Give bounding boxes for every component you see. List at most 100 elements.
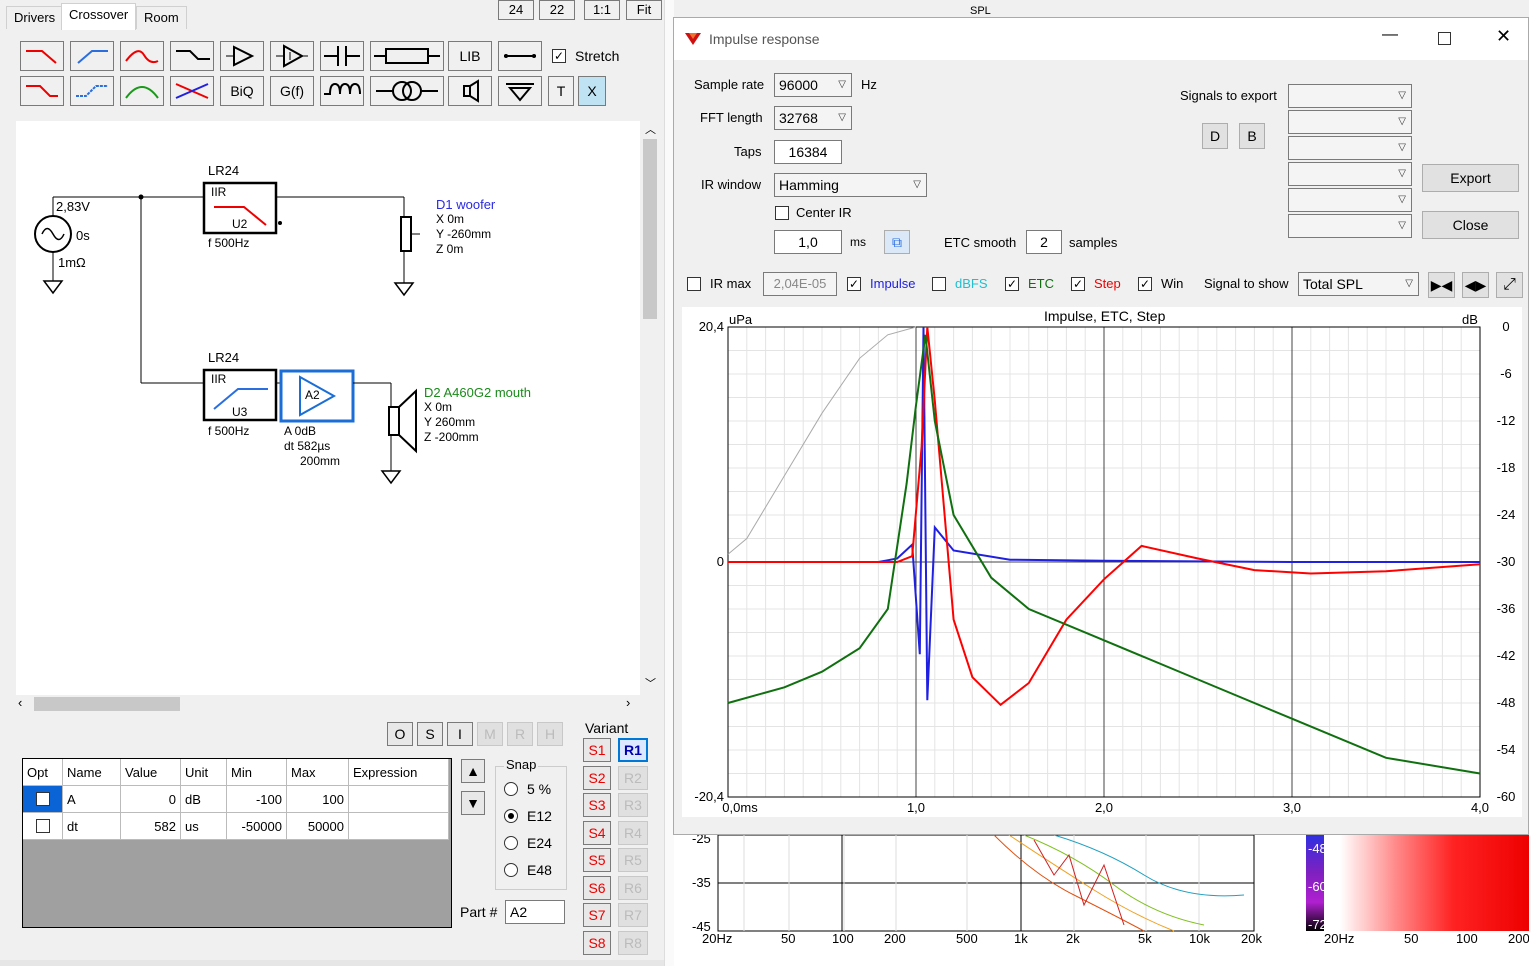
biquad-button[interactable]: BiQ	[220, 76, 264, 106]
zoom-1to1-button[interactable]: 1:1	[584, 0, 620, 20]
variant-r6-button[interactable]: R6	[618, 875, 648, 900]
variant-r2-button[interactable]: R2	[618, 765, 648, 790]
s-button[interactable]: S	[417, 722, 443, 746]
row-a-opt[interactable]	[23, 786, 63, 813]
export-button[interactable]: Export	[1422, 164, 1519, 192]
snap-e12-radio[interactable]	[504, 809, 518, 823]
minimize-icon[interactable]: —	[1382, 26, 1398, 44]
variant-s2-button[interactable]: S2	[583, 765, 611, 790]
export-signal-select-4[interactable]: ▽	[1288, 162, 1412, 186]
t-button[interactable]: T	[548, 76, 574, 106]
r-button[interactable]: R	[507, 722, 533, 746]
variant-s5-button[interactable]: S5	[583, 848, 611, 872]
close-icon[interactable]: ✕	[1496, 26, 1511, 47]
row-dt-unit[interactable]: us	[181, 813, 227, 840]
i-button[interactable]: I	[447, 722, 473, 746]
variant-s1-button[interactable]: S1	[583, 738, 611, 762]
inductor-button[interactable]	[320, 76, 364, 106]
zoom-22-button[interactable]: 22	[539, 0, 575, 20]
row-a-value[interactable]: 0	[121, 786, 181, 813]
zoom-out-x-button[interactable]: ◀▶	[1462, 272, 1489, 298]
shelf-button[interactable]	[170, 41, 214, 71]
x-button[interactable]: X	[578, 76, 606, 106]
zoom-24-button[interactable]: 24	[498, 0, 534, 20]
variant-s7-button[interactable]: S7	[583, 903, 611, 927]
variant-r3-button[interactable]: R3	[618, 793, 648, 817]
taps-input[interactable]: 16384	[774, 140, 842, 164]
row-dt-min[interactable]: -50000	[227, 813, 287, 840]
m-button[interactable]: M	[477, 722, 503, 746]
impulse-checkbox[interactable]: ✓	[847, 277, 861, 291]
scroll-down-icon[interactable]: ﹀	[645, 675, 656, 691]
lowpass-red-button[interactable]	[20, 41, 64, 71]
step-checkbox[interactable]: ✓	[1071, 277, 1085, 291]
notch-button[interactable]	[170, 76, 214, 106]
buffer-button[interactable]	[220, 41, 264, 71]
ir-window-select[interactable]: Hamming ▽	[774, 173, 927, 197]
h-button[interactable]: H	[537, 722, 563, 746]
export-signal-select-6[interactable]: ▽	[1288, 214, 1412, 238]
parameter-table[interactable]: Opt Name Value Unit Min Max Expression A…	[22, 758, 452, 928]
opamp-button[interactable]	[270, 41, 314, 71]
export-signal-select-3[interactable]: ▽	[1288, 136, 1412, 160]
row-dt-value[interactable]: 582	[121, 813, 181, 840]
lowpass2-button[interactable]	[20, 76, 64, 106]
row-dt-opt[interactable]	[23, 813, 63, 840]
highpass2-button[interactable]	[70, 76, 114, 106]
close-button[interactable]: Close	[1422, 211, 1519, 239]
stretch-checkbox[interactable]: ✓	[552, 49, 566, 63]
variant-s8-button[interactable]: S8	[583, 930, 611, 955]
capacitor-button[interactable]	[320, 41, 364, 71]
win-checkbox[interactable]: ✓	[1138, 277, 1152, 291]
impulse-chart[interactable]: Impulse, ETC, Step uPa dB 0,0ms 1,0 2,0 3,0…	[682, 307, 1522, 817]
snap-e48-radio[interactable]	[504, 863, 518, 877]
move-down-button[interactable]: ▼	[461, 791, 485, 815]
part-number-input[interactable]: A2	[505, 900, 565, 924]
copy-button[interactable]: ⧉	[884, 230, 910, 254]
opt-checkbox[interactable]	[36, 792, 50, 806]
tab-crossover[interactable]: Crossover	[61, 3, 137, 30]
transformer-button[interactable]	[370, 76, 444, 106]
sample-rate-select[interactable]: 96000 ▽	[774, 73, 852, 97]
row-dt-name[interactable]: dt	[63, 813, 121, 840]
row-dt-expression[interactable]	[349, 813, 449, 840]
tab-room[interactable]: Room	[136, 6, 187, 29]
row-a-name[interactable]: A	[63, 786, 121, 813]
variant-s4-button[interactable]: S4	[583, 820, 611, 845]
bandpass-green-button[interactable]	[120, 76, 164, 106]
zoom-in-x-button[interactable]: ▶◀	[1428, 272, 1455, 298]
move-up-button[interactable]: ▲	[461, 759, 485, 783]
gf-button[interactable]: G(f)	[270, 76, 314, 106]
scroll-left-icon[interactable]: ‹	[18, 695, 22, 710]
speaker-button[interactable]	[448, 76, 492, 106]
variant-s6-button[interactable]: S6	[583, 875, 611, 900]
scroll-right-icon[interactable]: ›	[626, 695, 630, 710]
schematic-canvas[interactable]: 2,83V 0s 1mΩ LR24 IIR U2 f 500Hz LR24 II…	[16, 121, 640, 695]
fft-length-select[interactable]: 32768 ▽	[774, 106, 852, 130]
horizontal-scroll-thumb[interactable]	[34, 697, 180, 711]
lib-button[interactable]: LIB	[448, 41, 492, 71]
fullscreen-button[interactable]: ⤢	[1496, 272, 1523, 298]
signal-to-show-select[interactable]: Total SPL ▽	[1298, 272, 1419, 296]
row-a-min[interactable]: -100	[227, 786, 287, 813]
vertical-scroll-thumb[interactable]	[643, 139, 657, 319]
center-ir-checkbox[interactable]	[775, 206, 789, 220]
wire-button[interactable]	[498, 41, 542, 71]
zoom-fit-button[interactable]: Fit	[626, 0, 662, 20]
snap-e24-radio[interactable]	[504, 836, 518, 850]
export-signal-select-1[interactable]: ▽	[1288, 84, 1412, 108]
row-a-max[interactable]: 100	[287, 786, 349, 813]
scroll-up-icon[interactable]: ︿	[645, 121, 656, 137]
vertical-scrollbar[interactable]: ︿ ﹀	[641, 121, 659, 695]
title-bar[interactable]: Impulse response — ✕	[674, 18, 1528, 60]
variant-r5-button[interactable]: R5	[618, 848, 648, 872]
ms-input[interactable]: 1,0	[774, 230, 842, 254]
ground-button[interactable]	[498, 76, 542, 106]
row-dt-max[interactable]: 50000	[287, 813, 349, 840]
row-a-expression[interactable]	[349, 786, 449, 813]
variant-r4-button[interactable]: R4	[618, 820, 648, 845]
bandpass-red-button[interactable]	[120, 41, 164, 71]
b-button[interactable]: B	[1239, 123, 1265, 149]
tab-drivers[interactable]: Drivers	[6, 6, 64, 29]
export-signal-select-5[interactable]: ▽	[1288, 188, 1412, 212]
